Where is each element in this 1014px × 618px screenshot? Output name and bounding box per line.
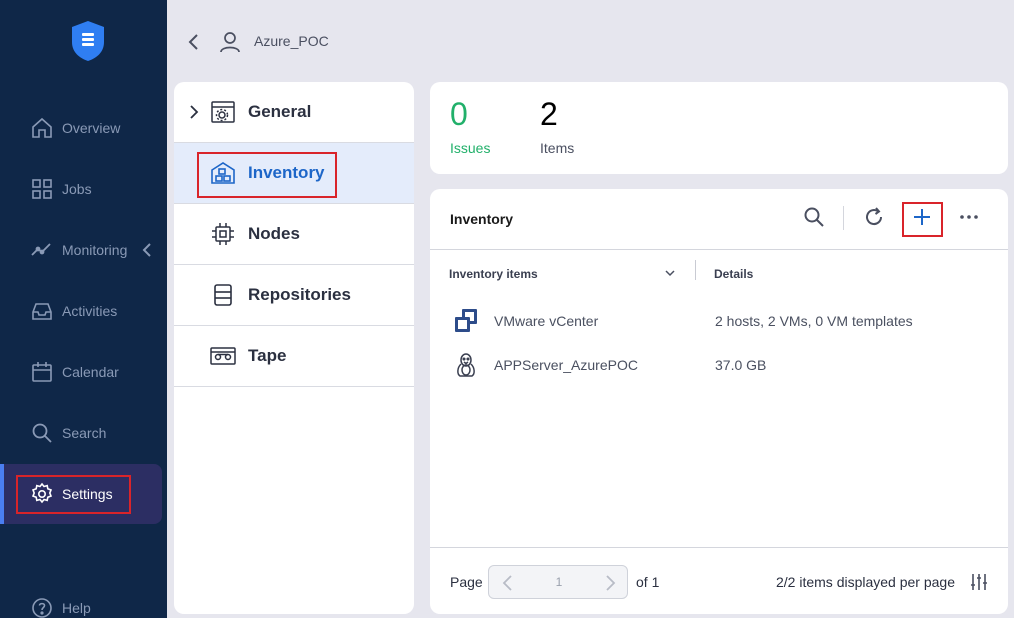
- settings-item-label: Tape: [248, 346, 287, 365]
- general-settings-icon: [211, 101, 235, 123]
- inventory-icon: [211, 162, 235, 184]
- inventory-item-name: VMware vCenter: [494, 313, 599, 329]
- next-page-icon[interactable]: [603, 574, 617, 592]
- settings-item-label: Nodes: [248, 224, 300, 243]
- calendar-icon: [32, 362, 52, 382]
- refresh-icon[interactable]: [862, 205, 886, 229]
- page-label: Page: [450, 574, 483, 590]
- nav-item-activities[interactable]: Activities: [0, 281, 162, 341]
- divider: [430, 249, 1008, 250]
- nav-label: Calendar: [62, 364, 119, 380]
- breadcrumb: Azure_POC: [254, 33, 329, 49]
- chip-icon: [212, 223, 234, 245]
- linux-penguin-icon: [457, 353, 475, 377]
- inventory-item-details: 2 hosts, 2 VMs, 0 VM templates: [715, 313, 913, 329]
- settings-item-label: General: [248, 102, 312, 121]
- back-arrow-icon[interactable]: [185, 30, 203, 54]
- nav-item-overview[interactable]: Overview: [0, 98, 162, 158]
- monitoring-icon: [31, 243, 51, 256]
- toolbar-divider: [843, 206, 844, 230]
- nav-item-calendar[interactable]: Calendar: [0, 342, 162, 402]
- page-header: Azure_POC: [167, 0, 1014, 82]
- column-settings-icon[interactable]: [969, 572, 989, 592]
- nav-label: Overview: [62, 120, 121, 136]
- nav-item-settings[interactable]: Settings: [0, 464, 162, 524]
- inventory-card: Inventory Inventory items Details VMware…: [430, 189, 1008, 614]
- vcenter-icon: [455, 309, 477, 332]
- user-icon: [220, 32, 240, 53]
- settings-item-label: Inventory: [248, 163, 325, 182]
- settings-item-label: Repositories: [248, 285, 351, 304]
- column-header-details[interactable]: Details: [714, 267, 753, 281]
- home-icon: [32, 117, 52, 138]
- nav-label: Monitoring: [62, 242, 128, 258]
- nav-item-monitoring[interactable]: Monitoring: [0, 220, 162, 280]
- chevron-right-icon[interactable]: [188, 104, 200, 120]
- summary-card: 0 Issues 2 Items: [430, 82, 1008, 174]
- settings-item-inventory[interactable]: Inventory: [174, 143, 414, 204]
- nav-item-search[interactable]: Search: [0, 403, 162, 463]
- divider: [430, 547, 1008, 548]
- column-divider[interactable]: [695, 260, 696, 280]
- more-options-icon[interactable]: [957, 205, 981, 229]
- gear-icon: [31, 482, 53, 504]
- app-logo-icon: [72, 21, 104, 61]
- column-header-inventory-items[interactable]: Inventory items: [449, 267, 538, 281]
- page-navigator: 1: [488, 565, 628, 599]
- inventory-item-name: APPServer_AzurePOC: [494, 357, 638, 373]
- repository-icon: [214, 284, 232, 306]
- inventory-title: Inventory: [450, 211, 514, 227]
- chevron-left-icon[interactable]: [140, 241, 154, 259]
- nav-label: Help: [62, 600, 91, 616]
- settings-item-repositories[interactable]: Repositories: [174, 265, 414, 326]
- table-row[interactable]: VMware vCenter 2 hosts, 2 VMs, 0 VM temp…: [430, 298, 1008, 342]
- settings-list-panel: General Inventory Nodes Repositories Tap…: [174, 82, 414, 614]
- add-icon[interactable]: [910, 205, 934, 229]
- page-total: of 1: [636, 574, 660, 590]
- settings-item-general[interactable]: General: [174, 82, 414, 143]
- inventory-item-details: 37.0 GB: [715, 357, 767, 373]
- issues-label: Issues: [450, 140, 491, 156]
- nav-label: Activities: [62, 303, 118, 319]
- issues-count: 0: [450, 96, 468, 132]
- items-label: Items: [540, 140, 575, 156]
- chevron-down-icon[interactable]: [664, 267, 676, 279]
- inbox-icon: [32, 303, 52, 320]
- items-per-page-label: 2/2 items displayed per page: [776, 574, 955, 590]
- search-icon[interactable]: [802, 205, 826, 229]
- nav-label: Jobs: [62, 181, 92, 197]
- help-icon: [32, 598, 52, 618]
- nav-item-jobs[interactable]: Jobs: [0, 159, 162, 219]
- table-row[interactable]: APPServer_AzurePOC 37.0 GB: [430, 342, 1008, 386]
- nav-label: Search: [62, 425, 107, 441]
- left-navigation: Overview Jobs Monitoring Activities Cale…: [0, 0, 167, 618]
- search-icon: [32, 423, 52, 443]
- settings-item-nodes[interactable]: Nodes: [174, 204, 414, 265]
- grid-icon: [32, 179, 52, 199]
- tape-icon: [210, 347, 236, 365]
- items-count: 2: [540, 96, 558, 132]
- nav-item-help[interactable]: Help: [0, 578, 162, 618]
- nav-label: Settings: [62, 486, 113, 502]
- settings-item-tape[interactable]: Tape: [174, 326, 414, 387]
